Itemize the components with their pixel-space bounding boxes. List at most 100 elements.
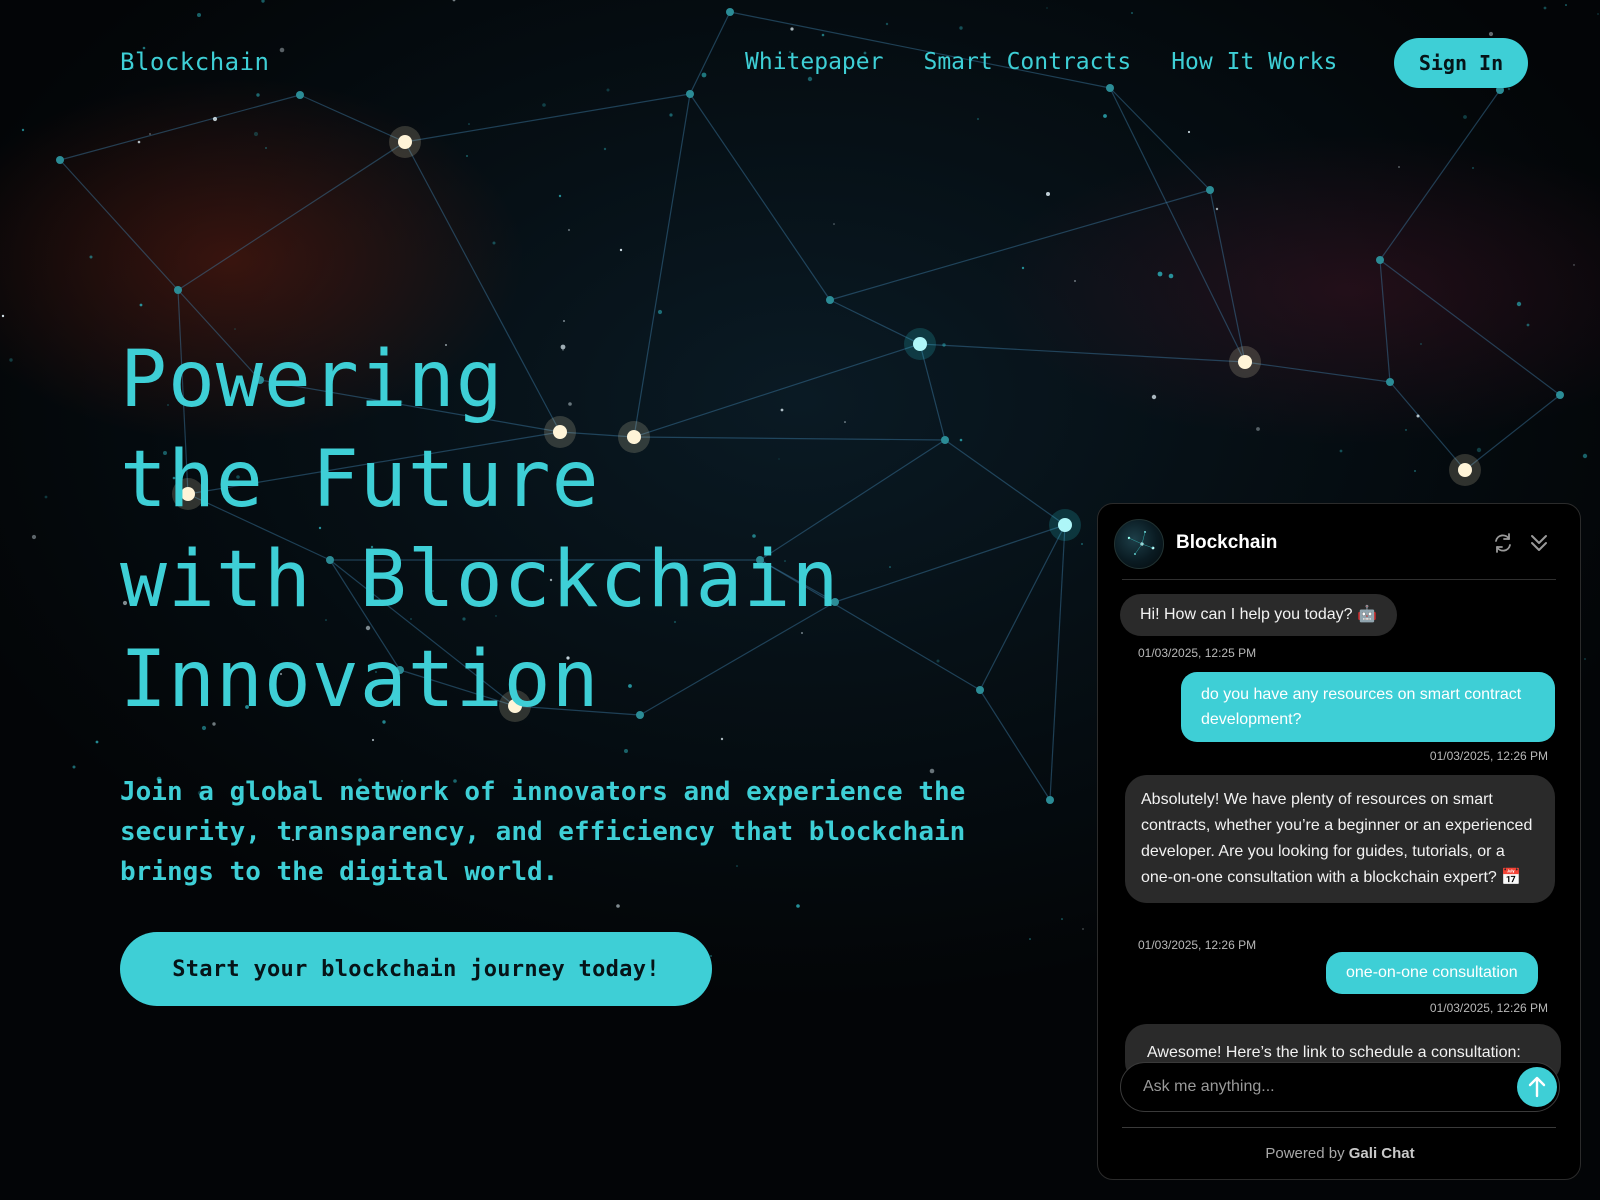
star-speck [1021, 266, 1025, 270]
star-speck [139, 303, 143, 307]
start-journey-button[interactable]: Start your blockchain journey today! [120, 932, 712, 1006]
refresh-button[interactable] [1490, 530, 1516, 556]
collapse-button[interactable] [1526, 530, 1552, 556]
chat-title: Blockchain [1176, 532, 1278, 553]
network-link [1244, 361, 1391, 383]
bot-message: Absolutely! We have plenty of resources … [1125, 775, 1555, 903]
message-timestamp: 01/03/2025, 12:26 PM [1138, 938, 1257, 952]
star-speck [466, 155, 468, 157]
star-speck [710, 955, 712, 957]
powered-by-prefix: Powered by [1265, 1145, 1345, 1162]
star-speck [89, 255, 93, 259]
star-speck [1061, 918, 1063, 920]
star-speck [1573, 264, 1575, 266]
star-speck [1187, 130, 1191, 134]
star-speck [1516, 301, 1522, 307]
refresh-icon [1495, 533, 1511, 553]
star-speck [44, 495, 48, 499]
star-speck [720, 737, 724, 741]
star-speck [616, 904, 620, 908]
star-speck [72, 765, 76, 769]
powered-by-brand-link[interactable]: Gali Chat [1349, 1145, 1415, 1162]
network-link [59, 159, 179, 291]
message-timestamp: 01/03/2025, 12:26 PM [1429, 1001, 1548, 1015]
nav-link-whitepaper[interactable]: Whitepaper [745, 49, 883, 75]
network-link [829, 189, 1211, 301]
star-speck [1584, 658, 1586, 660]
chevrons-down-icon [1531, 535, 1547, 551]
sign-in-button[interactable]: Sign In [1394, 38, 1528, 88]
network-node [398, 135, 412, 149]
star-speck [1029, 938, 1031, 940]
star-speck [253, 131, 259, 137]
star-speck [371, 738, 375, 742]
star-speck [1256, 427, 1260, 431]
network-node [1376, 256, 1384, 264]
hero-title-line: with Blockchain [120, 535, 840, 625]
star-speck [95, 740, 99, 744]
star-speck [1, 314, 5, 318]
network-link [1464, 394, 1561, 471]
chat-input-box [1120, 1062, 1560, 1112]
star-speck [1526, 323, 1530, 327]
star-speck [492, 241, 496, 245]
powered-by: Powered by Gali Chat [1098, 1145, 1580, 1162]
network-node [1556, 391, 1564, 399]
star-speck [1405, 429, 1407, 431]
star-speck [563, 320, 565, 322]
nav-link-how-it-works[interactable]: How It Works [1171, 49, 1337, 75]
network-node [1238, 355, 1252, 369]
star-speck [1416, 414, 1420, 418]
star-speck [567, 228, 571, 232]
star-speck [1074, 280, 1076, 282]
send-button[interactable] [1517, 1067, 1557, 1107]
star-speck [149, 133, 151, 135]
star-speck [1339, 449, 1343, 453]
network-node [1386, 378, 1394, 386]
hero-title-line: Innovation [120, 635, 600, 725]
star-speck [1157, 271, 1163, 277]
star-speck [1081, 543, 1083, 545]
brand-logo[interactable]: Blockchain [120, 48, 270, 76]
star-speck [1420, 343, 1422, 345]
network-link [1049, 524, 1066, 801]
chat-input[interactable] [1143, 1075, 1493, 1099]
star-speck [265, 147, 267, 149]
bot-message: Hi! How can I help you today? 🤖 [1120, 594, 1397, 636]
nav-links: Whitepaper Smart Contracts How It Works [745, 49, 1337, 75]
network-node [174, 286, 182, 294]
chat-header: Blockchain [1098, 504, 1580, 580]
network-node [1058, 518, 1072, 532]
user-message: one-on-one consultation [1326, 952, 1538, 994]
nav-link-smart-contracts[interactable]: Smart Contracts [923, 49, 1131, 75]
message-timestamp: 01/03/2025, 12:26 PM [1429, 749, 1548, 763]
user-message: do you have any resources on smart contr… [1181, 672, 1555, 742]
message-timestamp: 01/03/2025, 12:25 PM [1138, 646, 1257, 660]
network-node [826, 296, 834, 304]
footer-divider [1122, 1127, 1556, 1128]
star-speck [603, 147, 607, 151]
hero-title-line: Powering [120, 335, 504, 425]
star-speck [1151, 394, 1157, 400]
star-speck [1168, 273, 1174, 279]
chat-avatar [1114, 519, 1164, 569]
star-speck [558, 194, 562, 198]
star-speck [31, 534, 37, 540]
network-node [1206, 186, 1214, 194]
star-speck [619, 248, 623, 252]
network-link [1379, 259, 1391, 383]
star-speck [1046, 192, 1050, 196]
chat-widget: Blockchain Hi! How can I help you today?… [1097, 503, 1581, 1180]
header-divider [1122, 579, 1556, 580]
network-avatar-icon [1127, 531, 1155, 555]
star-speck [1215, 207, 1219, 211]
network-node [1046, 796, 1054, 804]
star-speck [1582, 453, 1588, 459]
network-link [1389, 381, 1466, 471]
hero-title-line: the Future [120, 435, 600, 525]
network-node [56, 156, 64, 164]
arrow-up-icon [1528, 1076, 1546, 1098]
network-link [177, 141, 406, 291]
network-link [1209, 189, 1246, 363]
star-speck [657, 309, 663, 315]
